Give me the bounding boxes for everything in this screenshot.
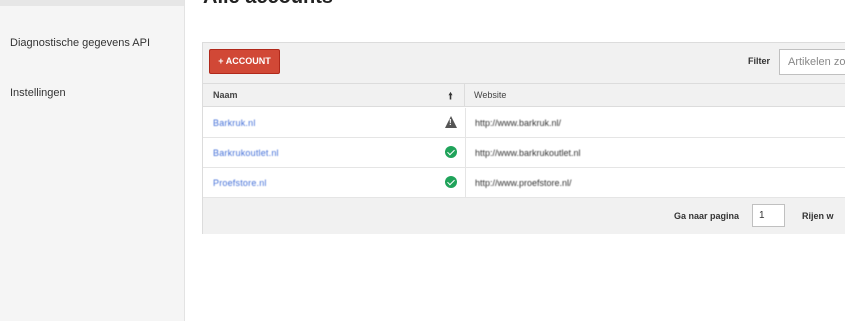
table-row[interactable]: Proefstore.nl http://www.proefstore.nl/ [203, 168, 845, 198]
website-url: http://www.barkruk.nl/ [475, 118, 562, 128]
sidebar-active-item[interactable] [0, 0, 184, 6]
check-circle-icon [445, 146, 457, 158]
add-account-button[interactable]: + ACCOUNT [209, 49, 280, 74]
sidebar: Diagnostische gegevens API Instellingen [0, 0, 185, 321]
goto-page-label: Ga naar pagina [674, 211, 740, 221]
filter-input[interactable] [779, 49, 845, 75]
account-name-link[interactable]: Barkrukoutlet.nl [213, 148, 279, 158]
rows-per-page-label: Rijen w [802, 211, 834, 221]
sidebar-item-settings[interactable]: Instellingen [10, 87, 66, 99]
pagination-footer: Ga naar pagina Rijen w [203, 198, 845, 234]
column-divider [465, 108, 466, 137]
check-circle-icon [445, 176, 457, 188]
page-title: Alle accounts [203, 0, 333, 9]
filter-label: Filter [748, 56, 771, 66]
website-url: http://www.proefstore.nl/ [475, 178, 572, 188]
account-name-link[interactable]: Barkruk.nl [213, 118, 256, 128]
sort-ascending-icon[interactable]: 🠙 [448, 89, 453, 106]
accounts-panel: + ACCOUNT Filter Naam 🠙 Website Barkruk.… [202, 42, 845, 234]
column-header-name[interactable]: Naam [203, 84, 465, 107]
table-row[interactable]: Barkruk.nl http://www.barkruk.nl/ [203, 108, 845, 138]
column-divider [465, 168, 466, 197]
warning-icon [445, 116, 457, 128]
column-divider [465, 138, 466, 167]
sidebar-item-diagnostics[interactable]: Diagnostische gegevens API [10, 37, 150, 49]
column-header-website[interactable]: Website [465, 84, 845, 107]
toolbar: + ACCOUNT Filter [203, 43, 845, 84]
goto-page-input[interactable] [752, 204, 785, 227]
account-name-link[interactable]: Proefstore.nl [213, 178, 267, 188]
website-url: http://www.barkrukoutlet.nl [475, 148, 581, 158]
table-row[interactable]: Barkrukoutlet.nl http://www.barkrukoutle… [203, 138, 845, 168]
